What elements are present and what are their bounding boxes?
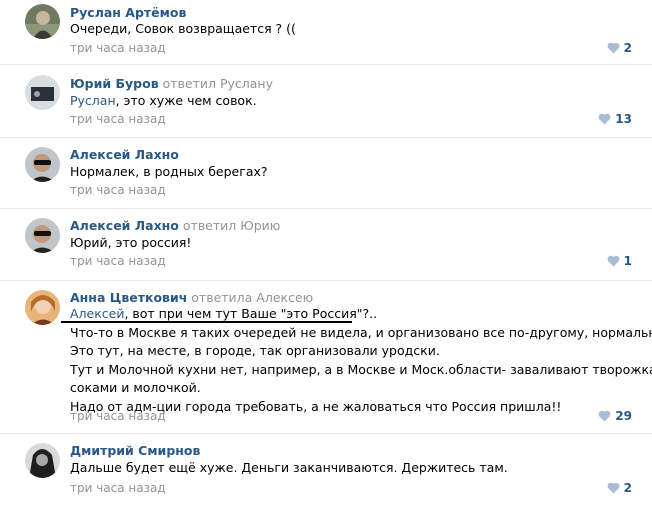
comment-line: Что-то в Москве я таких очередей не виде… (70, 324, 652, 340)
comment-author[interactable]: Дмитрий Смирнов (70, 443, 200, 458)
comment: Руслан Артёмов Очереди, Совок возвращает… (0, 0, 652, 65)
heart-icon (607, 42, 620, 54)
comments-feed: Руслан Артёмов Очереди, Совок возвращает… (0, 0, 652, 508)
comment-text: Юрий, это россия! (70, 234, 191, 253)
avatar[interactable] (25, 218, 60, 253)
avatar[interactable] (25, 147, 60, 182)
comment: Юрий Буров ответил Руслану Руслан, это х… (0, 64, 652, 138)
comment-line: Тут и Молочной кухни нет, например, а в … (70, 361, 652, 377)
comment-text: Нормалек, в родных берегах? (70, 163, 268, 182)
like-count: 29 (615, 409, 632, 423)
comment: Дмитрий Смирнов Дальше будет ещё хуже. Д… (0, 433, 652, 508)
avatar[interactable] (25, 290, 60, 325)
comment-line: соками и молочкой. (70, 380, 201, 395)
heart-icon (607, 255, 620, 267)
like-button[interactable]: 2 (607, 481, 632, 495)
comment-text: Очереди, Совок возвращается ? (( (70, 20, 296, 39)
like-button[interactable]: 1 (607, 254, 632, 268)
like-count: 2 (623, 481, 632, 495)
comment-line: Нормалек, в родных берегах? (70, 164, 268, 179)
heart-icon (598, 113, 611, 125)
annotation-underline (61, 321, 352, 323)
comment-author[interactable]: Алексей Лахно (70, 147, 179, 162)
comment-author[interactable]: Руслан Артёмов (70, 5, 186, 20)
mention-link[interactable]: Руслан (70, 93, 116, 108)
like-count: 2 (623, 41, 632, 55)
like-button[interactable]: 2 (607, 41, 632, 55)
heart-icon (607, 482, 620, 494)
comment-time[interactable]: три часа назад (70, 254, 166, 268)
avatar[interactable] (25, 4, 60, 39)
comment-line: Очереди, Совок возвращается ? (( (70, 21, 296, 36)
comment-author[interactable]: Алексей Лахно (70, 218, 179, 233)
comment-line: Дальше будет ещё хуже. Деньги заканчиваю… (70, 460, 508, 475)
avatar[interactable] (25, 75, 60, 110)
reply-to-label[interactable]: ответил Юрию (183, 218, 280, 233)
comment-text: Руслан, это хуже чем совок. (70, 92, 257, 111)
avatar[interactable] (25, 443, 60, 478)
comment-time[interactable]: три часа назад (70, 481, 166, 495)
comment-time[interactable]: три часа назад (70, 112, 166, 126)
like-button[interactable]: 29 (598, 409, 632, 423)
reply-to-label[interactable]: ответил Руслану (163, 76, 273, 91)
comment-line: Юрий, это россия! (70, 235, 192, 250)
comment-line: Руслан, это хуже чем совок. (70, 93, 257, 108)
reply-to-label[interactable]: ответила Алексею (191, 290, 313, 305)
comment-author[interactable]: Анна Цветкович (70, 290, 187, 305)
comment-time[interactable]: три часа назад (70, 41, 166, 55)
mention-link[interactable]: Алексей (70, 306, 124, 321)
comment-time[interactable]: три часа назад (70, 409, 166, 423)
like-count: 1 (623, 254, 632, 268)
comment: Анна Цветкович ответила Алексею Алексей,… (0, 280, 652, 434)
like-count: 13 (615, 112, 632, 126)
comment-time[interactable]: три часа назад (70, 183, 166, 197)
comment-line: Это тут, на месте, в городе, так организ… (70, 343, 440, 358)
comment: Алексей Лахно Нормалек, в родных берегах… (0, 137, 652, 209)
heart-icon (598, 410, 611, 422)
comment-author[interactable]: Юрий Буров (70, 76, 159, 91)
like-button[interactable]: 13 (598, 112, 632, 126)
comment: Алексей Лахно ответил Юрию Юрий, это рос… (0, 208, 652, 281)
comment-text: Дальше будет ещё хуже. Деньги заканчиваю… (70, 459, 508, 478)
